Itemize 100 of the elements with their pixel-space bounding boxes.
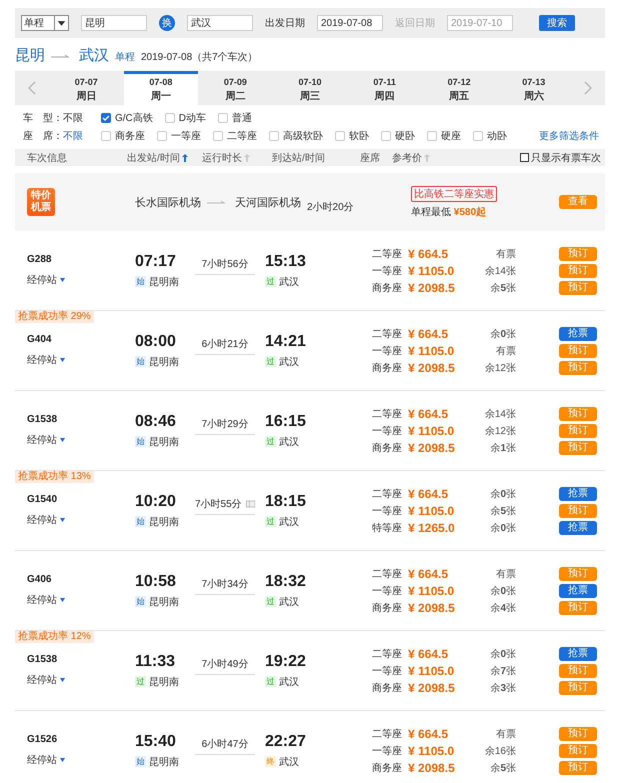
date-tab[interactable]: 07-08 周一 [124, 71, 198, 105]
arrival-time: 16:15 [265, 412, 307, 430]
departure-time: 15:40 [135, 732, 177, 750]
station-tag: 过 [265, 516, 276, 527]
search-button[interactable]: 搜索 [539, 15, 575, 31]
destination-city: 武汉 [79, 46, 109, 65]
ticket-availability: 余0张 [489, 522, 516, 534]
seat-price: ¥ 664.5 [408, 646, 450, 660]
seat-class: 二等座 [372, 408, 403, 420]
airport-name: 天河国际机场 [235, 196, 301, 210]
ticket-availability: 余5张 [489, 504, 516, 518]
departure-station: 昆明南 [149, 676, 179, 688]
checkbox-label: G/C高铁 [115, 112, 153, 125]
column-header: 座席 [360, 152, 380, 164]
arrival-station: 武汉 [279, 276, 299, 288]
travel-duration: 7小时34分 [202, 578, 248, 590]
stops-link[interactable]: 经停站 [27, 353, 135, 367]
station-tag: 过 [265, 676, 276, 687]
arrival-station: 武汉 [279, 356, 299, 368]
from-city-field[interactable]: 昆明 [81, 15, 147, 31]
to-city-field[interactable]: 武汉 [187, 15, 253, 31]
ticket-availability: 余0张 [489, 584, 516, 598]
departure-time: 10:58 [135, 572, 177, 590]
seat-price: ¥ 1105.0 [408, 504, 456, 518]
station-tag: 过 [265, 596, 276, 607]
station-tag: 过 [265, 276, 276, 287]
seat-class: 商务座 [372, 282, 403, 294]
success-rate-badge: 抢票成功率 12% [15, 631, 94, 643]
book-button[interactable]: 抢票 [559, 584, 597, 598]
seat-class: 一等座 [372, 504, 403, 518]
train-number: G406 [27, 574, 52, 585]
train-number: G404 [27, 334, 52, 345]
checkbox-label: 二等座 [227, 130, 257, 143]
seat-price: ¥ 1105.0 [408, 344, 456, 358]
seat-class: 商务座 [372, 762, 403, 774]
origin-city: 昆明 [15, 46, 45, 65]
arrival-station: 武汉 [279, 516, 299, 528]
column-header: 出发站/时间 [127, 152, 180, 164]
arrival-station: 武汉 [279, 596, 299, 608]
dropdown-arrow-icon [54, 16, 68, 30]
seat-class: 一等座 [372, 584, 403, 598]
book-button[interactable]: 抢票 [559, 646, 597, 660]
departure-station: 昆明南 [149, 436, 179, 448]
arrival-time: 22:27 [265, 732, 307, 750]
departure-station: 昆明南 [149, 516, 179, 528]
depart-date-field[interactable]: 2019-07-08 [317, 15, 383, 31]
book-button[interactable]: 抢票 [559, 520, 597, 534]
checkbox-label: 只显示有票车次 [531, 152, 601, 164]
checkbox-label: 动卧 [487, 130, 507, 143]
stops-link[interactable]: 经停站 [27, 593, 135, 607]
savings-tag: 比高铁二等座实惠 [411, 186, 497, 202]
caret-icon [60, 678, 65, 682]
caret-icon [60, 758, 65, 762]
stops-link[interactable]: 经停站 [27, 753, 135, 767]
seat-price: ¥ 664.5 [408, 246, 450, 260]
ticket-availability: 有票 [495, 248, 516, 260]
more-filters-link[interactable]: 更多筛选条件 [539, 129, 605, 143]
book-button[interactable]: 抢票 [559, 486, 597, 500]
travel-duration: 6小时47分 [202, 738, 248, 750]
station-tag: 始 [135, 436, 146, 447]
ticket-availability: 余0张 [489, 648, 516, 660]
stops-link[interactable]: 经停站 [27, 273, 135, 287]
depart-date-label: 出发日期 [265, 16, 305, 30]
checkbox[interactable] [520, 153, 529, 162]
stops-link[interactable]: 经停站 [27, 513, 135, 527]
success-rate-badge: 抢票成功率 29% [15, 311, 94, 323]
date-tab[interactable]: 07-11 周四 [347, 71, 422, 105]
arrival-time: 19:22 [265, 652, 307, 670]
seat-price: ¥ 664.5 [408, 486, 450, 500]
filter-option[interactable]: 不限 [63, 111, 83, 125]
seat-class: 特等座 [372, 522, 403, 534]
departure-station: 昆明南 [149, 756, 179, 768]
seat-price: ¥ 664.5 [408, 406, 450, 420]
checkbox-label: 商务座 [115, 130, 145, 143]
checkbox[interactable] [101, 113, 111, 123]
travel-duration: 6小时21分 [202, 338, 248, 350]
ticket-availability: 余0张 [489, 488, 516, 500]
ticket-availability: 余0张 [489, 328, 516, 340]
caret-icon [60, 518, 65, 522]
departure-time: 08:46 [135, 412, 177, 430]
seat-price: ¥ 1105.0 [408, 264, 456, 278]
travel-duration: 7小时29分 [202, 418, 248, 430]
stops-link[interactable]: 经停站 [27, 673, 135, 687]
seat-class: 一等座 [372, 264, 403, 278]
filter-option[interactable]: 不限 [63, 129, 83, 143]
train-number: G1540 [27, 494, 58, 505]
checkbox-label: 软卧 [349, 130, 369, 143]
checkbox-label: 一等座 [171, 130, 201, 143]
swap-button[interactable]: 换 [159, 15, 175, 31]
date-tab[interactable]: 07-10 周三 [272, 71, 348, 105]
book-button[interactable]: 抢票 [559, 326, 597, 340]
date-tab[interactable]: 07-13 周六 [496, 71, 572, 105]
trip-type-select[interactable]: 单程 [21, 15, 69, 31]
date-tab[interactable]: 07-07 周日 [49, 71, 124, 105]
ticket-availability: 余4张 [489, 602, 516, 614]
seat-price: ¥ 1105.0 [408, 744, 456, 758]
date-tab[interactable]: 07-12 周五 [422, 71, 496, 105]
ticket-availability: 余5张 [489, 762, 516, 774]
stops-link[interactable]: 经停站 [27, 433, 135, 447]
date-tab[interactable]: 07-09 周二 [198, 71, 273, 105]
